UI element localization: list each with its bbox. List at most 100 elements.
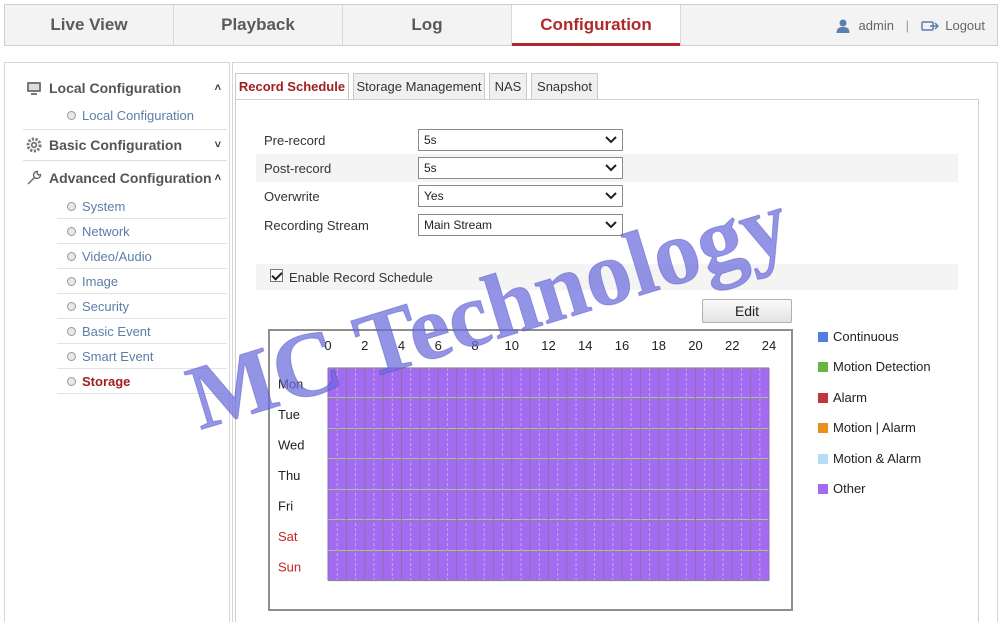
sidebar-item-system[interactable]: System xyxy=(57,194,227,219)
logout-link[interactable]: Logout xyxy=(945,18,985,33)
day-label: Wed xyxy=(278,437,305,452)
chevron-up-icon: ˄ xyxy=(214,172,221,184)
sidebar-item-label: Image xyxy=(82,274,119,289)
nav-playback[interactable]: Playback xyxy=(174,5,343,45)
hour-label: 24 xyxy=(762,338,776,353)
sidebar-item-label: System xyxy=(82,199,126,214)
bullet-icon xyxy=(67,377,76,386)
sidebar-item-storage[interactable]: Storage xyxy=(57,369,227,394)
sidebar-item-label: Security xyxy=(82,299,129,314)
hour-label: 0 xyxy=(324,338,331,353)
legend-swatch xyxy=(818,423,828,433)
legend-swatch xyxy=(818,332,828,342)
hour-label: 16 xyxy=(615,338,629,353)
sidebar-item-label: Smart Event xyxy=(82,349,154,364)
hour-label: 8 xyxy=(471,338,478,353)
sidebar-section-local[interactable]: Local Configuration ˄ xyxy=(23,73,227,103)
sidebar-item-label: Storage xyxy=(82,374,131,389)
schedule-chart[interactable]: 0 2 4 6 8 10 12 14 16 18 20 22 24MonTueWedThuFriSatS… xyxy=(270,331,791,609)
chevron-down-icon xyxy=(605,164,617,172)
main-panel: Record Schedule Storage Management NAS S… xyxy=(232,62,998,622)
enable-schedule-row: Enable Record Schedule xyxy=(256,264,958,290)
top-nav-bar: Live View Playback Log Configuration adm… xyxy=(4,4,998,46)
recording-stream-value: Main Stream xyxy=(424,218,493,232)
day-label: Tue xyxy=(278,407,300,422)
post-record-select[interactable]: 5s xyxy=(418,157,623,179)
recording-stream-label: Recording Stream xyxy=(264,218,369,233)
overwrite-value: Yes xyxy=(424,189,444,203)
user-area: admin | Logout xyxy=(835,5,985,45)
legend-swatch xyxy=(818,454,828,464)
nav-live-view[interactable]: Live View xyxy=(5,5,174,45)
day-label: Sun xyxy=(278,559,301,574)
day-label: Mon xyxy=(278,376,303,391)
bullet-icon xyxy=(67,227,76,236)
legend-label: Motion | Alarm xyxy=(833,420,916,435)
hour-label: 12 xyxy=(541,338,555,353)
legend-item-motion-detection: Motion Detection xyxy=(816,358,976,378)
overwrite-select[interactable]: Yes xyxy=(418,185,623,207)
sidebar-item-basic-event[interactable]: Basic Event xyxy=(57,319,227,344)
legend-swatch xyxy=(818,362,828,372)
post-record-label: Post-record xyxy=(264,161,332,176)
sidebar-item-video-audio[interactable]: Video/Audio xyxy=(57,244,227,269)
enable-schedule-checkbox[interactable] xyxy=(270,269,283,282)
legend-label: Motion Detection xyxy=(833,359,931,374)
bullet-icon xyxy=(67,302,76,311)
sidebar-item-image[interactable]: Image xyxy=(57,269,227,294)
day-label: Fri xyxy=(278,498,293,513)
tab-snapshot[interactable]: Snapshot xyxy=(531,73,598,100)
pre-record-select[interactable]: 5s xyxy=(418,129,623,151)
edit-button[interactable]: Edit xyxy=(702,299,792,323)
chevron-down-icon xyxy=(605,221,617,229)
chevron-down-icon: ˅ xyxy=(214,139,221,151)
sidebar-section-basic[interactable]: Basic Configuration ˅ xyxy=(23,130,227,160)
legend-swatch xyxy=(818,393,828,403)
day-label: Sat xyxy=(278,529,298,544)
chevron-down-icon xyxy=(605,192,617,200)
hour-label: 18 xyxy=(652,338,666,353)
sidebar-item-security[interactable]: Security xyxy=(57,294,227,319)
logout-icon[interactable] xyxy=(920,19,939,33)
bullet-icon xyxy=(67,327,76,336)
pre-record-value: 5s xyxy=(424,133,437,147)
user-separator: | xyxy=(905,17,909,33)
sidebar-item-local-configuration[interactable]: Local Configuration xyxy=(57,103,227,128)
hour-label: 6 xyxy=(435,338,442,353)
hour-label: 20 xyxy=(688,338,702,353)
nav-configuration[interactable]: Configuration xyxy=(512,5,681,46)
tab-nas[interactable]: NAS xyxy=(489,73,527,100)
bullet-icon xyxy=(67,111,76,120)
legend-item-continuous: Continuous xyxy=(816,328,976,348)
legend-item-other: Other xyxy=(816,480,976,500)
legend-label: Continuous xyxy=(833,329,899,344)
bullet-icon xyxy=(67,352,76,361)
legend-item-alarm: Alarm xyxy=(816,389,976,409)
overwrite-row: Overwrite Yes xyxy=(256,182,958,210)
sidebar-item-network[interactable]: Network xyxy=(57,219,227,244)
recording-stream-row: Recording Stream Main Stream xyxy=(256,211,958,239)
sidebar-item-label: Network xyxy=(82,224,130,239)
sidebar: Local Configuration ˄ Local Configuratio… xyxy=(4,62,230,622)
day-label: Thu xyxy=(278,468,300,483)
legend-label: Alarm xyxy=(833,390,867,405)
chevron-up-icon: ˄ xyxy=(214,82,221,94)
hour-label: 2 xyxy=(361,338,368,353)
wrench-icon xyxy=(27,170,42,185)
record-schedule-panel: Pre-record 5s Post-record 5s Overwrite Y… xyxy=(235,99,979,622)
legend-item-motion-and-alarm: Motion & Alarm xyxy=(816,450,976,470)
sidebar-item-label: Video/Audio xyxy=(82,249,152,264)
nav-log[interactable]: Log xyxy=(343,5,512,45)
legend-label: Other xyxy=(833,481,866,496)
pre-record-label: Pre-record xyxy=(264,133,326,148)
sidebar-section-advanced[interactable]: Advanced Configuration ˄ xyxy=(23,163,227,193)
hour-label: 4 xyxy=(398,338,405,353)
sidebar-item-smart-event[interactable]: Smart Event xyxy=(57,344,227,369)
tab-storage-management[interactable]: Storage Management xyxy=(353,73,485,100)
username: admin xyxy=(858,17,894,33)
overwrite-label: Overwrite xyxy=(264,189,320,204)
schedule-grid[interactable]: 0 2 4 6 8 10 12 14 16 18 20 22 24 Mon Tue Wed Thu Fri Sat S… xyxy=(268,329,793,611)
recording-stream-select[interactable]: Main Stream xyxy=(418,214,623,236)
post-record-row: Post-record 5s xyxy=(256,154,958,182)
tab-record-schedule[interactable]: Record Schedule xyxy=(235,73,349,101)
